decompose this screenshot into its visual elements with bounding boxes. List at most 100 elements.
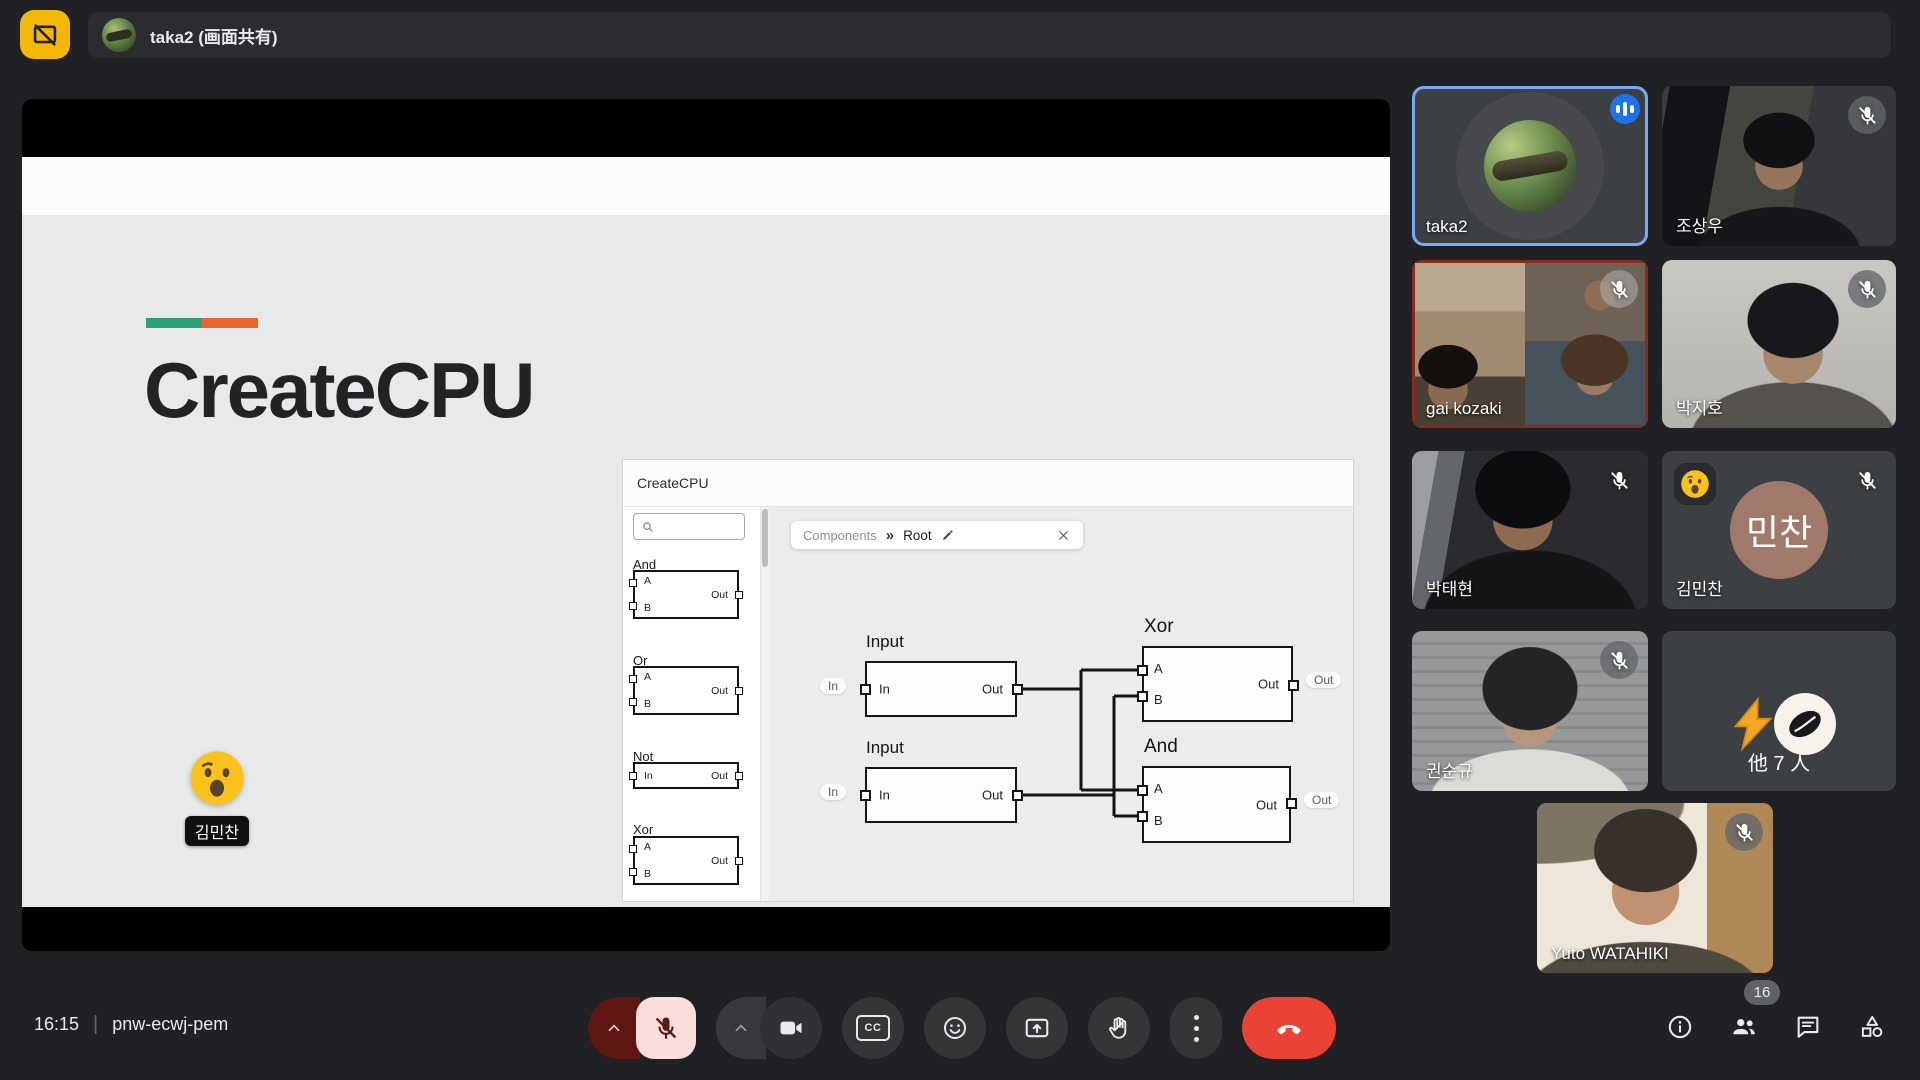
participant-name: 조상우 <box>1676 212 1723 237</box>
chat-button[interactable] <box>1794 1013 1822 1041</box>
raise-hand-icon <box>1105 1014 1133 1042</box>
mic-options-button[interactable] <box>588 997 640 1059</box>
mic-mute-button[interactable] <box>636 997 696 1059</box>
port-square <box>629 845 637 853</box>
external-in-pill: In <box>820 678 846 694</box>
palette-gate-or[interactable]: A B Out <box>633 666 739 715</box>
participant-tile[interactable]: 조상우 <box>1662 86 1896 246</box>
block-xor[interactable]: A B Out <box>1142 646 1293 722</box>
mic-control-group <box>588 997 696 1059</box>
camera-options-button[interactable] <box>716 997 766 1059</box>
more-options-icon <box>1194 1015 1199 1020</box>
participant-tile[interactable]: gai kozaki <box>1412 260 1648 428</box>
port-square <box>629 698 637 706</box>
mic-off-icon <box>1848 270 1886 308</box>
external-out-pill: Out <box>1304 792 1339 808</box>
port-label: A <box>644 841 651 853</box>
accent-orange <box>202 318 258 328</box>
activities-icon <box>1858 1013 1886 1041</box>
avatar: 민찬 <box>1730 481 1828 579</box>
participant-tile[interactable]: 민찬 김민찬 <box>1662 451 1896 609</box>
port-label: Out <box>711 855 728 867</box>
port-label: Out <box>1256 797 1277 812</box>
close-icon[interactable] <box>1056 528 1071 543</box>
port-label: A <box>644 671 651 683</box>
port-label: Out <box>711 685 728 697</box>
participant-name: taka2 <box>1426 217 1468 237</box>
participant-name: gai kozaki <box>1426 399 1502 419</box>
port-square <box>735 687 743 695</box>
people-button[interactable] <box>1730 1013 1758 1041</box>
mic-off-icon <box>1600 641 1638 679</box>
port-label: B <box>1154 692 1163 707</box>
port-square <box>735 857 743 865</box>
port-square <box>735 591 743 599</box>
port-label: Out <box>711 770 728 782</box>
breadcrumb-components[interactable]: Components <box>803 528 877 543</box>
block-title: Xor <box>1144 616 1174 638</box>
mic-off-icon <box>1725 813 1763 851</box>
component-search-input[interactable] <box>633 513 745 540</box>
clock-time: 16:15 <box>34 1014 79 1035</box>
slide-title: CreateCPU <box>144 345 533 436</box>
captions-icon: CC <box>856 1015 890 1041</box>
slide-top-band <box>22 157 1390 215</box>
participant-tile[interactable]: 권순규 <box>1412 631 1648 791</box>
palette-label-xor: Xor <box>633 822 653 837</box>
block-and[interactable]: A B Out <box>1142 766 1291 843</box>
reactions-button[interactable] <box>924 997 986 1059</box>
port-square <box>735 772 743 780</box>
meeting-code: pnw-ecwj-pem <box>112 1014 228 1035</box>
palette-gate-xor[interactable]: A B Out <box>633 836 739 885</box>
camera-toggle-button[interactable] <box>760 997 822 1059</box>
port-square <box>1137 665 1148 676</box>
port-square <box>860 684 871 695</box>
mic-off-icon <box>1848 461 1886 499</box>
presenter-pill[interactable]: taka2 (画面共有) <box>88 12 1891 58</box>
call-controls: CC <box>588 997 1336 1059</box>
participant-name: 박태현 <box>1426 575 1473 600</box>
scrollbar-thumb[interactable] <box>762 509 768 567</box>
palette-gate-and[interactable]: A B Out <box>633 570 739 619</box>
port-square <box>629 675 637 683</box>
captions-button[interactable]: CC <box>842 997 904 1059</box>
participant-tile[interactable]: 박태현 <box>1412 451 1648 609</box>
block-title: Input <box>866 632 904 652</box>
present-screen-button[interactable] <box>1006 997 1068 1059</box>
more-options-button[interactable] <box>1170 997 1222 1059</box>
info-button[interactable] <box>1666 1013 1694 1041</box>
divider: | <box>93 1013 98 1036</box>
participant-tile[interactable]: Yuto WATAHIKI <box>1537 803 1773 973</box>
raise-hand-button[interactable] <box>1088 997 1150 1059</box>
participant-tile-taka2[interactable]: taka2 <box>1412 86 1648 246</box>
port-square <box>1012 790 1023 801</box>
slide: CreateCPU 김민찬 CreateCPU And A B Out <box>22 215 1390 907</box>
chat-icon <box>1794 1013 1822 1041</box>
port-label: A <box>644 575 651 587</box>
activities-button[interactable] <box>1858 1013 1886 1041</box>
block-input-2[interactable]: In Out <box>865 767 1017 823</box>
port-label: Out <box>982 788 1003 803</box>
editor-app-title: CreateCPU <box>637 475 709 491</box>
port-square <box>1137 785 1148 796</box>
camera-control-group <box>716 997 822 1059</box>
reactions-smiley-icon <box>941 1014 969 1042</box>
open-mouth-emoji-icon <box>188 749 246 807</box>
palette-gate-not[interactable]: In Out <box>633 762 739 789</box>
port-label: Out <box>711 589 728 601</box>
audio-level-icon <box>1610 94 1640 124</box>
presentation-off-button[interactable] <box>20 10 70 59</box>
camera-icon <box>777 1014 805 1042</box>
block-input-1[interactable]: In Out <box>865 661 1017 717</box>
participant-tile[interactable]: 박지호 <box>1662 260 1896 428</box>
presenter-name: taka2 (画面共有) <box>150 23 278 48</box>
people-icon <box>1730 1013 1758 1041</box>
leave-call-button[interactable] <box>1242 997 1336 1059</box>
participant-name: 권순규 <box>1426 757 1473 782</box>
bean-avatar-icon <box>1774 693 1836 755</box>
reaction-author-label: 김민찬 <box>185 816 249 846</box>
port-square <box>1012 684 1023 695</box>
edit-pencil-icon[interactable] <box>941 528 955 542</box>
overflow-tile[interactable]: 他 7 人 <box>1662 631 1896 791</box>
sidebar-scrollbar[interactable] <box>761 507 769 901</box>
